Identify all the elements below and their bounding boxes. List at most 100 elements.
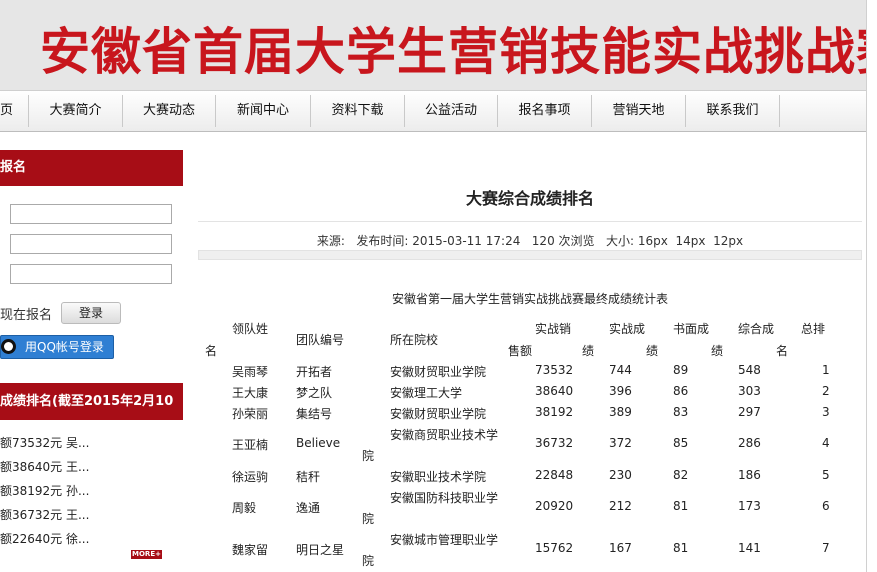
cell-written: 81 <box>673 541 689 555</box>
cell-leader: 王亚楠 <box>232 438 269 452</box>
cell-school: 安徽国防科技职业学 <box>390 491 499 505</box>
qq-login-button[interactable]: 用QQ帐号登录 <box>0 335 114 359</box>
cell-rank: 6 <box>822 499 830 513</box>
cell-team: Believe <box>296 436 341 450</box>
title-divider <box>198 221 862 222</box>
font-size-16[interactable]: 16px <box>638 234 668 248</box>
nav-intro[interactable]: 大赛简介 <box>29 91 122 131</box>
nav-downloads[interactable]: 资料下载 <box>311 91 404 131</box>
header-score-wrap: 绩 <box>582 344 595 358</box>
header-rank: 总排 <box>801 322 826 336</box>
site-title: 安徽省首届大学生营销技能实战挑战赛组委会 <box>40 22 866 81</box>
cell-school: 安徽财贸职业学院 <box>390 365 487 379</box>
views-count: 120 <box>531 234 555 248</box>
cell-score: 212 <box>609 499 632 513</box>
password-input[interactable] <box>10 234 172 254</box>
login-button[interactable]: 登录 <box>61 302 121 324</box>
cell-rank: 3 <box>822 405 830 419</box>
cell-sales: 15762 <box>535 541 574 555</box>
nav-marketing[interactable]: 营销天地 <box>592 91 685 131</box>
article: 大赛综合成绩排名 来源: 发布时间: 2015-03-11 17:24 120 … <box>198 150 862 572</box>
cell-written: 86 <box>673 384 689 398</box>
cell-school: 安徽财贸职业学院 <box>390 407 487 421</box>
cell-sales: 36732 <box>535 436 574 450</box>
cell-total: 286 <box>738 436 761 450</box>
sidebar: 报名 现在报名 登录 用QQ帐号登录 成绩排名(截至2015年2月10日) 额7… <box>0 150 183 572</box>
nav-news-dynamics[interactable]: 大赛动态 <box>123 91 215 131</box>
font-size-14[interactable]: 14px <box>676 234 706 248</box>
header-total: 综合成 <box>738 322 775 336</box>
table-caption: 安徽省第一届大学生营销实战挑战赛最终成绩统计表 <box>391 292 668 306</box>
cell-leader: 吴雨琴 <box>232 365 269 379</box>
cell-score: 167 <box>609 541 632 555</box>
cell-score: 389 <box>609 405 632 419</box>
cell-school-wrap: 院 <box>362 449 375 463</box>
cell-total: 297 <box>738 405 761 419</box>
ranking-item[interactable]: 额36732元 王... <box>0 506 89 523</box>
font-size-label: 大小: <box>606 234 635 248</box>
header-score: 实战成 <box>609 322 646 336</box>
cell-leader: 周毅 <box>232 501 257 515</box>
nav-home[interactable]: 页 <box>0 91 13 131</box>
cell-sales: 20920 <box>535 499 574 513</box>
header-written-wrap: 绩 <box>646 344 659 358</box>
register-now-link[interactable]: 现在报名 <box>0 304 52 323</box>
ranking-header: 成绩排名(截至2015年2月10日) <box>0 383 183 446</box>
cell-school: 安徽职业技术学院 <box>390 470 487 484</box>
header-leader-wrap: 名 <box>205 344 218 358</box>
nav-news-center[interactable]: 新闻中心 <box>216 91 310 131</box>
cell-team: 梦之队 <box>296 386 333 400</box>
cell-total: 141 <box>738 541 761 555</box>
cell-rank: 2 <box>822 384 830 398</box>
cell-team: 集结号 <box>296 407 333 421</box>
ranking-item[interactable]: 额73532元 吴... <box>0 434 89 451</box>
ranking-item[interactable]: 额38640元 王... <box>0 458 89 475</box>
cell-team: 逸通 <box>296 501 321 515</box>
captcha-input[interactable] <box>10 264 172 284</box>
cell-total: 173 <box>738 499 761 513</box>
cell-leader: 王大康 <box>232 386 269 400</box>
header-sales: 实战销 <box>535 322 572 336</box>
nav-contact[interactable]: 联系我们 <box>686 91 779 131</box>
window-edge <box>866 0 877 572</box>
cell-team: 明日之星 <box>296 543 345 557</box>
cell-team: 秸秆 <box>296 470 321 484</box>
article-title: 大赛综合成绩排名 <box>465 189 594 208</box>
header-team: 团队编号 <box>296 333 345 347</box>
nav-divider <box>779 95 780 127</box>
cell-written: 89 <box>673 363 689 377</box>
cell-leader: 徐运驹 <box>232 470 269 484</box>
header-rank-wrap: 名 <box>776 344 789 358</box>
ranking-item[interactable]: 额38192元 孙... <box>0 482 89 499</box>
cell-school: 安徽理工大学 <box>390 386 463 400</box>
ranking-item[interactable]: 额22640元 徐... <box>0 530 89 547</box>
nav-registration[interactable]: 报名事项 <box>498 91 591 131</box>
cell-rank: 4 <box>822 436 830 450</box>
views-label: 次浏览 <box>558 234 595 248</box>
source-label: 来源: <box>316 234 345 248</box>
publish-time: 2015-03-11 17:24 <box>412 234 521 248</box>
qq-login-label: 用QQ帐号登录 <box>25 340 104 354</box>
header-school: 所在院校 <box>390 333 439 347</box>
cell-school-wrap: 院 <box>362 512 375 526</box>
cell-written: 81 <box>673 499 689 513</box>
cell-leader: 魏家留 <box>232 543 269 557</box>
publish-label: 发布时间: <box>356 234 409 248</box>
username-input[interactable] <box>10 204 172 224</box>
cell-total: 303 <box>738 384 761 398</box>
cell-sales: 38640 <box>535 384 574 398</box>
font-size-12[interactable]: 12px <box>713 234 743 248</box>
cell-leader: 孙荣丽 <box>232 407 269 421</box>
more-button[interactable]: MORE+ <box>131 550 162 559</box>
cell-rank: 7 <box>822 541 830 555</box>
cell-written: 82 <box>673 468 689 482</box>
meta-divider <box>198 250 862 260</box>
cell-school: 安徽城市管理职业学 <box>390 533 499 547</box>
cell-school-wrap: 院 <box>362 554 375 568</box>
nav-charity[interactable]: 公益活动 <box>405 91 497 131</box>
cell-score: 396 <box>609 384 632 398</box>
cell-score: 372 <box>609 436 632 450</box>
cell-sales: 73532 <box>535 363 574 377</box>
main-nav: 页 大赛简介 大赛动态 新闻中心 资料下载 公益活动 报名事项 营销天地 联系我… <box>0 90 866 132</box>
qq-penguin-icon <box>1 339 16 354</box>
